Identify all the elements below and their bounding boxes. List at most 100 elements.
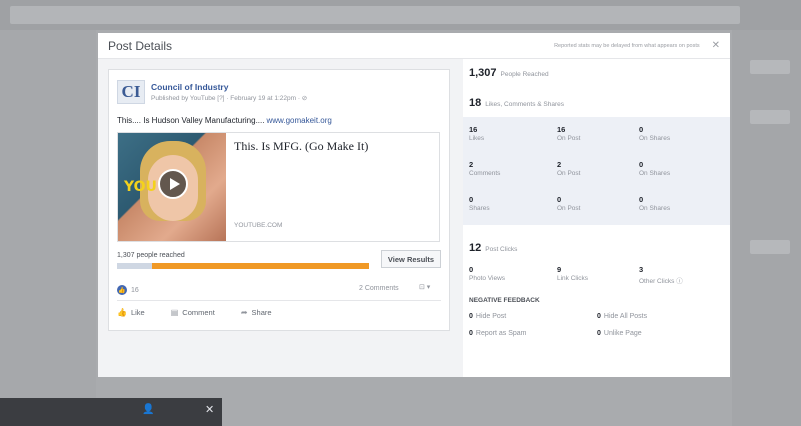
post-card: CI Council of Industry Published by YouT…: [108, 69, 450, 331]
stat-value: 16: [469, 125, 478, 134]
engagement-label: Likes, Comments & Shares: [485, 101, 565, 108]
stat-cell: 2 Comments: [469, 160, 500, 177]
stat-label: Shares: [469, 205, 490, 212]
stat-cell: 0 Photo Views: [469, 265, 505, 282]
stat-cell[interactable]: 3 Other Clicks ⓘ: [639, 265, 683, 285]
page-avatar[interactable]: CI: [117, 80, 145, 104]
comment-button[interactable]: ▤ Comment: [171, 308, 215, 317]
delay-note: Reported stats may be delayed from what …: [554, 42, 700, 49]
post-clicks-number: 12: [469, 242, 482, 254]
negative-label: Hide Post: [475, 313, 507, 320]
reaction-summary[interactable]: 👍 16: [117, 285, 139, 295]
link-card-body: This. Is MFG. (Go Make It) YOUTUBE.COM: [226, 133, 439, 241]
chat-close-icon[interactable]: ✕: [205, 403, 214, 416]
post-message: This.... Is Hudson Valley Manufacturing.…: [117, 116, 332, 125]
stat-value: 9: [557, 265, 562, 274]
stat-label: On Shares: [639, 170, 671, 177]
thumbs-up-icon: 👍: [117, 308, 127, 317]
stat-cell: 2 On Post: [557, 160, 580, 177]
stat-value: 16: [557, 125, 566, 134]
comment-icon: ▤: [170, 308, 179, 317]
stat-value: 3: [639, 265, 644, 274]
like-button[interactable]: 👍 Like: [117, 308, 145, 317]
negative-feedback-item: 0 Hide All Posts: [597, 313, 647, 320]
like-label: Like: [130, 308, 145, 317]
link-preview-card[interactable]: YOU This. Is MFG. (Go Make It) YOUTUBE.C…: [117, 132, 440, 242]
post-header: CI Council of Industry Published by YouT…: [117, 80, 307, 104]
negative-value: 0: [597, 330, 601, 337]
background-left-column: [0, 30, 96, 426]
comments-count-link[interactable]: 2 Comments: [359, 285, 399, 292]
negative-label: Report as Spam: [475, 330, 527, 337]
post-meta: Published by YouTube [?] · February 19 a…: [151, 95, 308, 102]
stat-cell: 0 On Shares: [639, 160, 670, 177]
negative-value: 0: [597, 313, 601, 320]
stat-label: Other Clicks ⓘ: [639, 278, 683, 285]
people-reached-label: People Reached: [500, 71, 549, 78]
stat-cell: 0 On Shares: [639, 125, 670, 142]
post-stats-panel: 1,307 People Reached 18 Likes, Comments & …: [463, 59, 730, 377]
top-navigation-bar: [0, 0, 801, 30]
reach-label: 1,307 people reached: [117, 252, 185, 259]
background-item: [750, 60, 790, 74]
negative-feedback-item: 0 Hide Post: [469, 313, 506, 320]
close-icon[interactable]: ✕: [712, 40, 720, 51]
stat-cell: 9 Link Clicks: [557, 265, 588, 282]
stat-value: 0: [469, 195, 474, 204]
stat-value: 0: [469, 265, 474, 274]
negative-feedback-item: 0 Unlike Page: [597, 330, 642, 337]
post-clicks-stat: 12 Post Clicks: [469, 242, 517, 254]
stat-value: 2: [557, 160, 562, 169]
engagement-number: 18: [469, 97, 482, 109]
stat-cell: 16 On Post: [557, 125, 580, 142]
stat-value: 0: [639, 160, 644, 169]
stat-cell: 16 Likes: [469, 125, 484, 142]
stat-value: 2: [469, 160, 474, 169]
share-button[interactable]: ➦ Share: [241, 308, 272, 317]
stat-label: Link Clicks: [557, 275, 589, 282]
stat-value: 0: [639, 195, 644, 204]
post-author-block: Council of Industry Published by YouTube…: [151, 82, 307, 102]
link-card-title[interactable]: This. Is MFG. (Go Make It): [234, 139, 431, 154]
negative-label: Hide All Posts: [603, 313, 648, 320]
stat-label: On Post: [557, 135, 581, 142]
video-thumbnail[interactable]: YOU: [118, 133, 226, 241]
stat-label: On Shares: [639, 135, 671, 142]
link-card-domain: YOUTUBE.COM: [234, 222, 283, 229]
stat-label: On Post: [557, 170, 581, 177]
audience-selector[interactable]: ⊡ ▾: [419, 283, 430, 291]
view-results-button[interactable]: View Results: [381, 250, 441, 268]
chat-tab-bar[interactable]: 👤 ✕: [0, 398, 222, 426]
stat-cell: 0 On Shares: [639, 195, 670, 212]
stat-label: Likes: [469, 135, 485, 142]
stat-cell: 0 On Post: [557, 195, 580, 212]
stat-value: 0: [639, 125, 644, 134]
negative-label: Unlike Page: [603, 330, 642, 337]
stat-value: 0: [557, 195, 562, 204]
negative-feedback-title: NEGATIVE FEEDBACK: [469, 297, 540, 304]
stat-label: On Shares: [639, 205, 671, 212]
stat-label: On Post: [557, 205, 581, 212]
post-clicks-label: Post Clicks: [485, 246, 518, 253]
negative-value: 0: [469, 313, 473, 320]
stat-label: Comments: [469, 170, 501, 177]
background-item: [750, 240, 790, 254]
comment-label: Comment: [182, 308, 215, 317]
thumbnail-overlay-text: YOU: [124, 179, 157, 195]
people-reached-stat: 1,307 People Reached: [469, 67, 549, 79]
negative-feedback-item: 0 Report as Spam: [469, 330, 527, 337]
reach-progress-fill: [117, 263, 153, 269]
page-name-link[interactable]: Council of Industry: [151, 82, 307, 92]
dialog-title: Post Details: [108, 38, 173, 53]
post-link[interactable]: www.gomakeit.org: [266, 116, 331, 125]
search-bar-background: [10, 6, 740, 24]
play-icon[interactable]: [158, 169, 188, 199]
stat-cell: 0 Shares: [469, 195, 490, 212]
engagement-breakdown: 16 Likes 16 On Post 0 On Shares 2 Comments 2…: [463, 117, 730, 225]
dialog-header: Post Details Reported stats may be delay…: [98, 33, 730, 59]
post-text: This.... Is Hudson Valley Manufacturing.…: [117, 116, 265, 125]
background-right-column: [732, 30, 801, 426]
share-arrow-icon: ➦: [240, 308, 248, 317]
background-item: [750, 110, 790, 124]
negative-value: 0: [469, 330, 473, 337]
